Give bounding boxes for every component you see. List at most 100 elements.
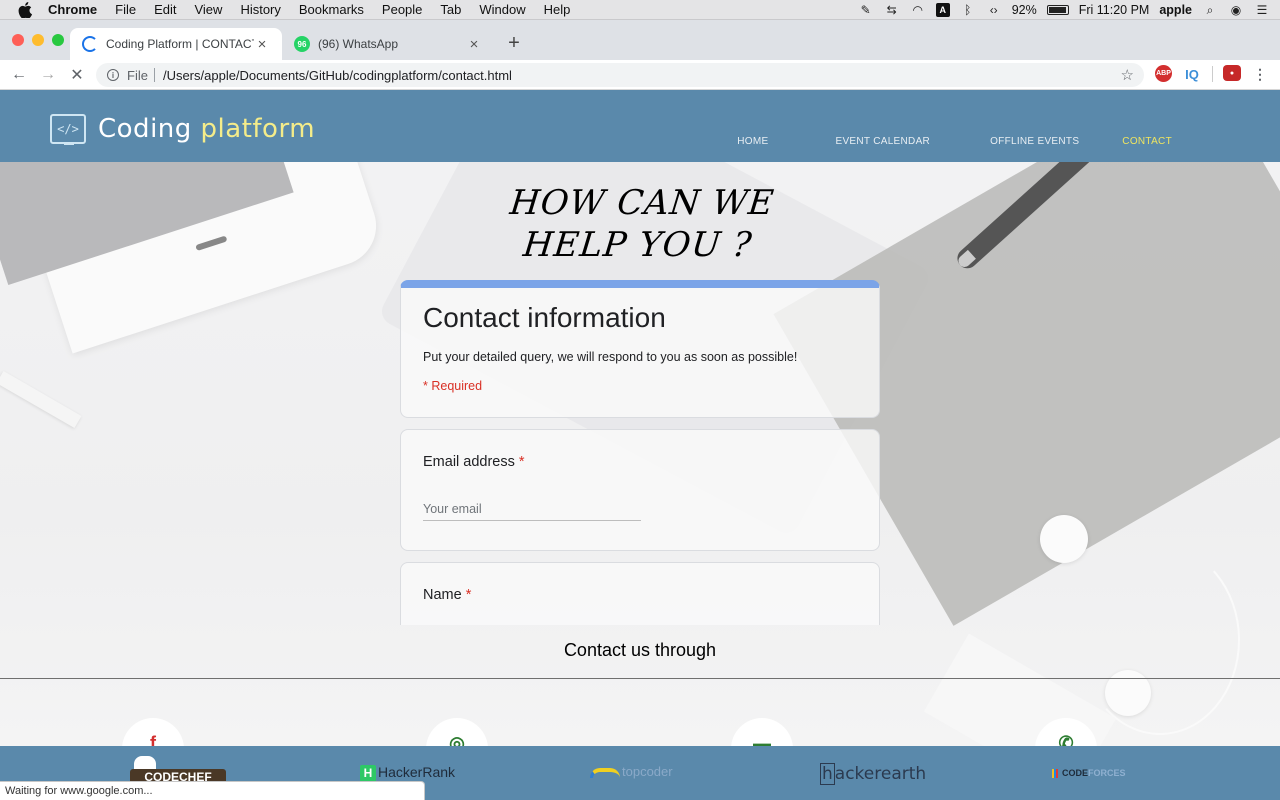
codeforces-wordmark-b: FORCES [1088,768,1126,778]
wifi-icon[interactable]: ◠ [910,3,926,17]
teamviewer-icon[interactable]: ⇆ [884,3,900,17]
menubar-status-area: ✎ ⇆ ◠ A ᛒ ‹› 92% Fri 11:20 PM apple ⌕ ◉ … [858,0,1270,20]
monitor-code-icon: </> [50,114,86,145]
headline-line: HOW CAN WE [508,183,777,223]
tab-whatsapp[interactable]: 96 (96) WhatsApp × [282,28,494,60]
email-label: Email address * [423,454,525,470]
nav-home[interactable]: HOME [737,136,768,147]
codeforces-wordmark-a: CODE [1062,768,1089,778]
siri-icon[interactable]: ◉ [1228,3,1244,17]
email-question-card: Email address * [400,429,880,551]
form-header-card: Contact information Put your detailed qu… [400,280,880,418]
hackerearth-logo[interactable]: h ackerearth [820,763,927,785]
menu-help[interactable]: Help [544,2,571,17]
logo-text: Coding platform [98,114,315,144]
hackerearth-h-icon: h [820,763,835,785]
background-earbud [1040,515,1088,563]
topcoder-wordmark: topcoder [622,764,673,779]
headline-line: HELP YOU ? [521,225,755,265]
extension-icon[interactable]: ● [1223,65,1241,81]
toolbar-divider [1212,66,1213,82]
section-divider [0,678,1280,679]
address-bar[interactable]: i File /Users/apple/Documents/GitHub/cod… [96,63,1144,87]
name-label: Name * [423,587,471,603]
topcoder-logo[interactable]: topcoder [590,764,673,779]
form-title: Contact information [423,302,666,333]
forward-button[interactable]: → [38,65,58,85]
menu-window[interactable]: Window [479,2,525,17]
menubar-clock[interactable]: Fri 11:20 PM [1079,3,1150,17]
menu-file[interactable]: File [115,2,136,17]
hackerrank-wordmark: HackerRank [378,764,456,780]
page-headline: HOW CAN WE HELP YOU ? [0,182,1280,266]
background-earbud [1105,670,1151,716]
required-mark: * [518,454,525,470]
battery-icon[interactable] [1046,5,1069,15]
nav-offline-events[interactable]: OFFLINE EVENTS [990,136,1079,147]
adblock-plus-extension-icon[interactable]: ABP [1155,65,1172,82]
url-divider [153,68,155,82]
logo-text-accent: platform [200,114,316,144]
contact-form-frame[interactable]: Contact information Put your detailed qu… [400,280,880,625]
nav-event-calendar[interactable]: EVENT CALENDAR [835,136,930,147]
main-nav: HOME EVENT CALENDAR OFFLINE EVENTS CONTA… [737,136,1172,147]
name-question-card: Name * [400,562,880,625]
close-tab-icon[interactable]: × [254,36,270,53]
mac-menubar: Chrome File Edit View History Bookmarks … [0,0,1280,20]
back-button[interactable]: ← [9,65,29,85]
tab-coding-platform[interactable]: Coding Platform | CONTACT US × [70,28,282,60]
hackerearth-wordmark: ackerearth [834,764,927,784]
site-logo[interactable]: </> Coding platform [50,114,315,145]
form-description: Put your detailed query, we will respond… [423,350,798,364]
battery-percent: 92% [1011,3,1037,17]
info-icon[interactable]: i [107,69,119,81]
contact-through-heading: Contact us through [563,640,717,660]
menu-edit[interactable]: Edit [154,2,176,17]
codeforces-bars-icon [1052,769,1058,779]
bookmark-star-icon[interactable]: ☆ [1121,66,1134,84]
loading-spinner-icon [82,36,98,52]
spotlight-search-icon[interactable]: ⌕ [1202,3,1218,17]
minimize-window-button[interactable] [32,34,44,46]
hackerrank-icon: H [360,764,376,782]
input-source-icon[interactable]: A [935,3,950,17]
menu-tab[interactable]: Tab [440,2,461,17]
zoom-window-button[interactable] [52,34,64,46]
email-field[interactable] [423,500,641,521]
notification-center-icon[interactable]: ☰ [1254,3,1270,17]
menu-people[interactable]: People [382,2,422,17]
apple-icon[interactable] [18,1,32,18]
nav-contact[interactable]: CONTACT [1122,136,1172,147]
whatsapp-icon: 96 [294,36,310,52]
site-header: </> Coding platform HOME EVENT CALENDAR … [0,90,1280,162]
bluetooth-icon[interactable]: ᛒ [960,3,976,17]
menu-bookmarks[interactable]: Bookmarks [299,2,364,17]
close-tab-icon[interactable]: × [466,36,482,53]
script-icon[interactable]: ✎ [858,3,874,17]
menu-history[interactable]: History [240,2,280,17]
codeforces-logo[interactable]: CODEFORCES [1052,768,1126,779]
web-page: </> Coding platform HOME EVENT CALENDAR … [0,90,1280,800]
close-window-button[interactable] [12,34,24,46]
code-icon[interactable]: ‹› [986,3,1002,17]
new-tab-button[interactable]: + [504,33,524,53]
menu-app-chrome[interactable]: Chrome [48,2,97,17]
hackerrank-logo[interactable]: H HackerRank [360,764,455,782]
url-text[interactable]: /Users/apple/Documents/GitHub/codingplat… [163,68,512,83]
tab-title: Coding Platform | CONTACT US [106,37,254,51]
browser-toolbar: ← → ✕ i File /Users/apple/Documents/GitH… [0,60,1280,90]
browser-menu-icon[interactable]: ⋮ [1253,65,1267,83]
menu-view[interactable]: View [194,2,222,17]
stop-loading-button[interactable]: ✕ [67,65,87,85]
browser-tabstrip: Coding Platform | CONTACT US × 96 (96) W… [0,20,1280,60]
window-controls [12,34,64,46]
menubar-user[interactable]: apple [1159,3,1192,17]
required-note: * Required [423,379,483,393]
iq-extension-icon[interactable]: IQ [1183,65,1201,83]
name-label-text: Name [423,587,462,603]
background-pencil [0,370,82,429]
url-scheme-label: File [127,67,148,83]
required-mark: * [465,587,472,603]
logo-text-main: Coding [98,114,201,144]
tab-title: (96) WhatsApp [318,37,399,51]
